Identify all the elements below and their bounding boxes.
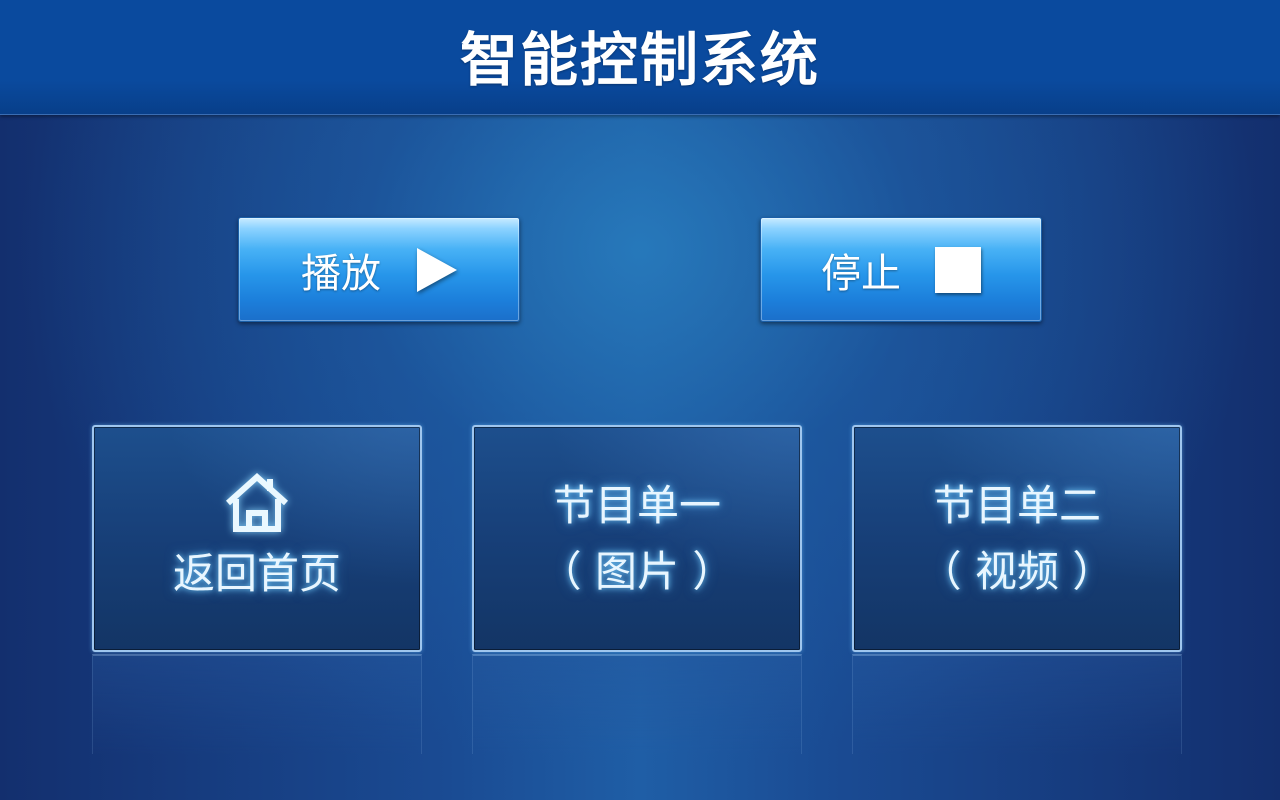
stop-button-label: 停止 — [821, 250, 901, 297]
home-icon — [225, 472, 289, 532]
play-button-label: 播放 — [301, 250, 381, 297]
play-icon — [417, 247, 457, 292]
program-one-title: 节目单一 — [552, 480, 721, 530]
home-button-label: 返回首页 — [172, 548, 341, 598]
home-button-reflection — [92, 654, 422, 754]
program-two-subtitle: （ 视频 ） — [919, 546, 1115, 596]
program-one-button[interactable]: 节目单一 （ 图片 ） — [472, 425, 802, 652]
program-one-subtitle: （ 图片 ） — [539, 546, 735, 596]
program-two-title: 节目单二 — [932, 480, 1101, 530]
program-two-reflection — [852, 654, 1182, 754]
title-bar: 智能控制系统 — [0, 0, 1280, 115]
play-button[interactable]: 播放 — [238, 217, 520, 322]
stop-button[interactable]: 停止 — [760, 217, 1042, 322]
stop-icon — [935, 246, 981, 293]
program-two-button[interactable]: 节目单二 （ 视频 ） — [852, 425, 1182, 652]
home-button[interactable]: 返回首页 — [92, 425, 422, 652]
program-one-reflection — [472, 654, 802, 754]
page-title: 智能控制系统 — [459, 26, 820, 94]
